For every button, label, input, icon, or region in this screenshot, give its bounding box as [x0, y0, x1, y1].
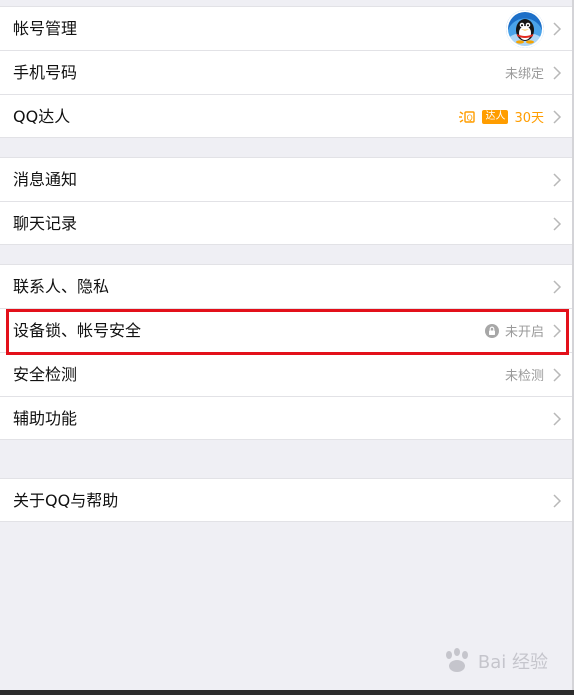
security-check-status-text: 未检测 — [504, 369, 544, 384]
chevron-right-icon — [550, 367, 564, 382]
qq-expert-label: QQ达人 — [13, 107, 71, 126]
chat-history-row[interactable]: 聊天记录 — [0, 201, 574, 245]
device-lock-label: 设备锁、帐号安全 — [13, 321, 142, 340]
security-check-label: 安全检测 — [13, 365, 78, 384]
baidu-watermark: Bai 经验 — [440, 647, 548, 675]
security-check-row[interactable]: 安全检测 未检测 — [0, 352, 574, 396]
qq-expert-row[interactable]: QQ达人 Q 达人 30天 — [0, 94, 574, 138]
phone-number-row[interactable]: 手机号码 未绑定 — [0, 50, 574, 94]
about-help-label: 关于QQ与帮助 — [13, 491, 119, 510]
lock-icon — [484, 323, 499, 338]
account-management-label: 帐号管理 — [13, 19, 78, 38]
sun-icon: Q — [459, 110, 476, 123]
message-notification-label: 消息通知 — [13, 170, 78, 189]
qq-penguin-avatar — [506, 9, 544, 48]
expert-days-text: 30天 — [514, 111, 544, 126]
settings-screen: 帐号管理 手机号码 未绑定 QQ达人 Q 达人 30天 消息通知 聊天记录 联系… — [0, 0, 574, 695]
expert-badge-label: 达人 — [482, 109, 509, 124]
chat-history-label: 聊天记录 — [13, 214, 78, 233]
accessibility-row[interactable]: 辅助功能 — [0, 396, 574, 440]
device-lock-status-text: 未开启 — [504, 325, 544, 340]
device-lock-row[interactable]: 设备锁、帐号安全 未开启 — [0, 308, 574, 352]
chevron-right-icon — [550, 493, 564, 508]
accessibility-label: 辅助功能 — [13, 409, 78, 428]
svg-text:Q: Q — [467, 113, 473, 122]
chevron-right-icon — [550, 172, 564, 187]
about-help-row[interactable]: 关于QQ与帮助 — [0, 478, 574, 522]
window-bottom-edge — [0, 690, 574, 695]
phone-status-text: 未绑定 — [504, 67, 544, 82]
account-group: 帐号管理 手机号码 未绑定 QQ达人 Q 达人 30天 — [0, 6, 574, 138]
chevron-right-icon — [550, 279, 564, 294]
account-management-row[interactable]: 帐号管理 — [0, 6, 574, 50]
chevron-right-icon — [550, 65, 564, 80]
about-group: 关于QQ与帮助 — [0, 478, 574, 522]
message-notification-row[interactable]: 消息通知 — [0, 157, 574, 201]
phone-number-label: 手机号码 — [13, 63, 78, 82]
paw-icon — [445, 648, 468, 672]
chevron-right-icon — [550, 109, 564, 124]
chevron-right-icon — [550, 323, 564, 338]
expert-badge: Q 达人 — [458, 109, 509, 125]
contacts-privacy-row[interactable]: 联系人、隐私 — [0, 264, 574, 308]
chevron-right-icon — [550, 411, 564, 426]
messages-group: 消息通知 聊天记录 — [0, 157, 574, 245]
chevron-right-icon — [550, 216, 564, 231]
contacts-privacy-label: 联系人、隐私 — [13, 277, 110, 296]
watermark-text: Bai 经验 — [477, 652, 548, 673]
chevron-right-icon — [550, 21, 564, 36]
privacy-security-group: 联系人、隐私 设备锁、帐号安全 未开启 安全检测 未检测 辅助功能 — [0, 264, 574, 440]
